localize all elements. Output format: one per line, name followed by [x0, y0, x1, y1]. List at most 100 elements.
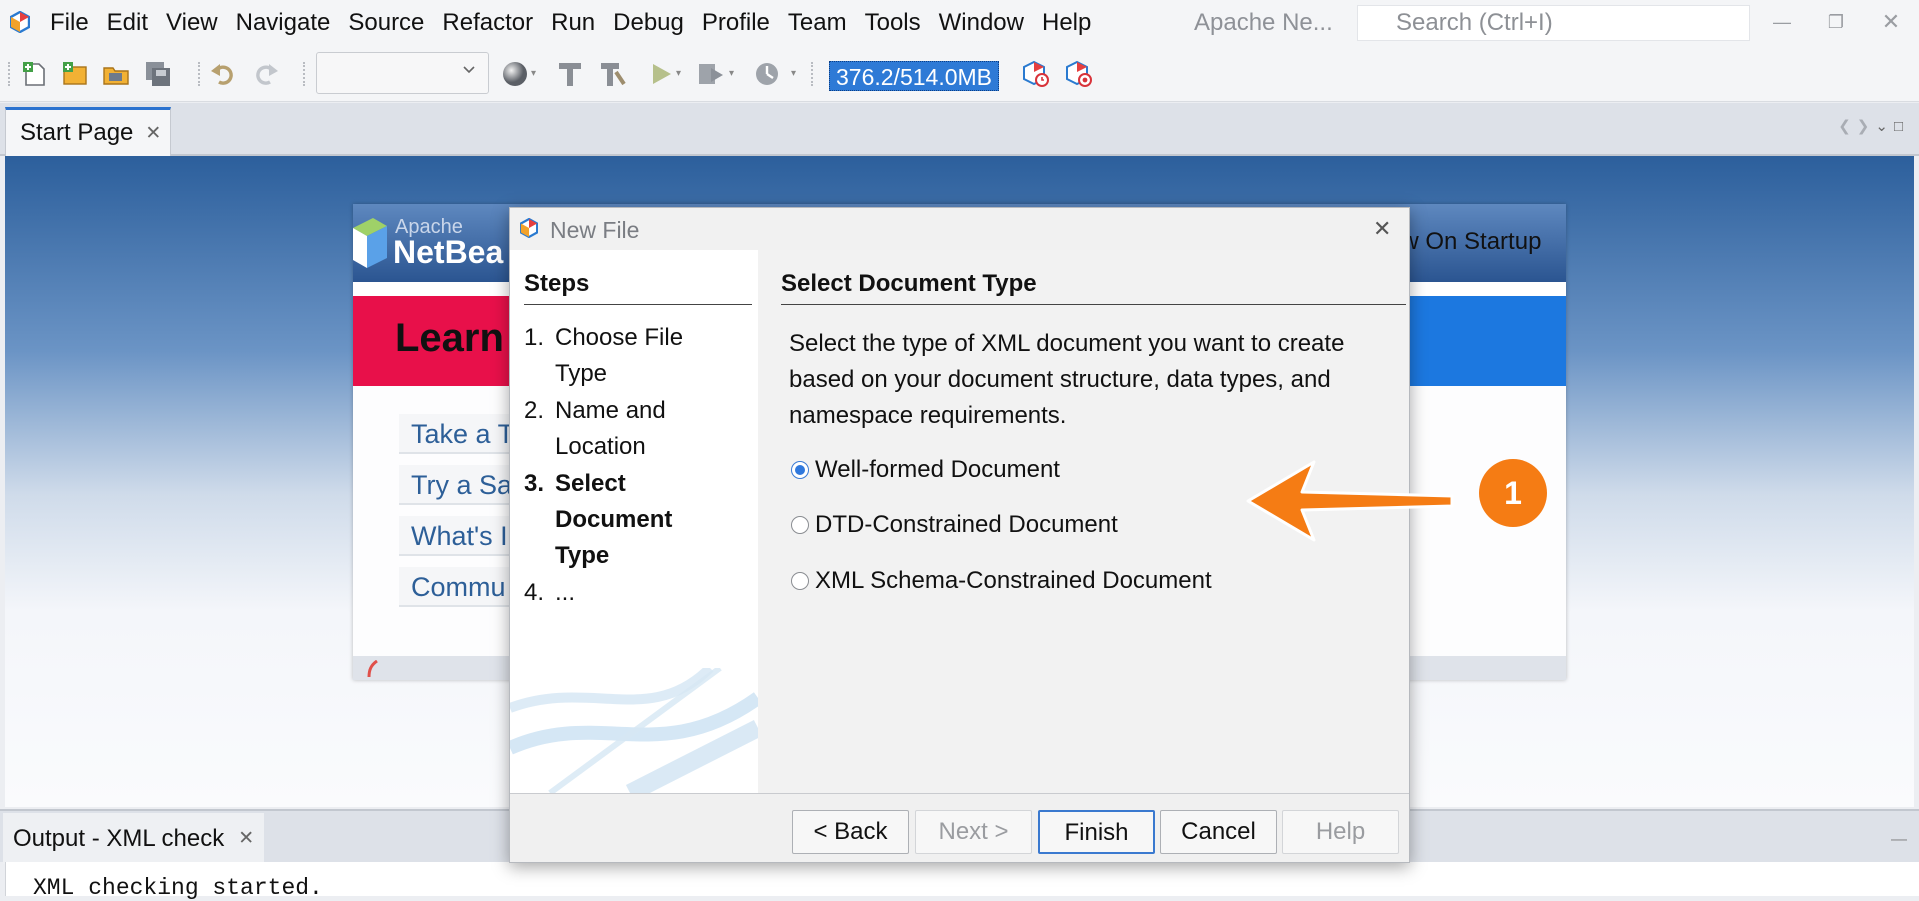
configuration-combo[interactable]	[316, 52, 489, 94]
annotation-arrow	[1246, 460, 1454, 542]
gc-icon[interactable]	[1022, 60, 1050, 88]
netbeans-logo-icon	[353, 218, 387, 268]
dialog-title-bar[interactable]: New File ✕	[510, 208, 1409, 250]
chevron-down-icon[interactable]: ⌄	[1875, 118, 1894, 135]
maximize-icon[interactable]: □	[1894, 118, 1909, 135]
back-button[interactable]: < Back	[792, 810, 909, 854]
chevron-right-icon[interactable]: ❯	[1857, 118, 1876, 135]
menu-help[interactable]: Help	[1033, 0, 1100, 46]
tab-label: Output - XML check	[13, 824, 225, 852]
profile-icon[interactable]	[753, 60, 781, 88]
menu-run[interactable]: Run	[542, 0, 604, 46]
debug-icon[interactable]	[697, 60, 725, 88]
clean-build-icon[interactable]	[598, 60, 626, 88]
feather-icon	[367, 660, 378, 678]
step-number: 1.	[524, 324, 545, 351]
close-icon[interactable]: ✕	[1877, 8, 1905, 36]
menu-tools[interactable]: Tools	[856, 0, 930, 46]
chevron-down-icon[interactable]: ▾	[729, 68, 734, 79]
toolbar-separator	[303, 62, 305, 86]
menu-debug[interactable]: Debug	[604, 0, 693, 46]
content-description: Select the type of XML document you want…	[789, 330, 1345, 429]
step-number: 4.	[524, 579, 545, 606]
close-icon[interactable]: ✕	[1373, 216, 1391, 242]
toolbar: ▾ ▾ ▾ ▾ 376.2/514.0MB	[0, 46, 1919, 102]
next-button[interactable]: Next >	[915, 810, 1032, 854]
radio-button[interactable]	[791, 516, 809, 534]
content-heading: Select Document Type	[781, 270, 1406, 305]
run-icon[interactable]	[647, 60, 675, 88]
chevron-down-icon[interactable]: ▾	[676, 68, 681, 79]
undo-icon[interactable]	[209, 60, 237, 88]
new-file-icon[interactable]	[21, 60, 49, 88]
radio-label: XML Schema-Constrained Document	[815, 567, 1212, 594]
step-label: Choose File Type	[555, 324, 684, 387]
close-tab-icon[interactable]: ✕	[238, 827, 254, 850]
step-item: 4. ...	[524, 575, 724, 611]
radio-label: DTD-Constrained Document	[815, 511, 1118, 538]
help-button[interactable]: Help	[1282, 810, 1399, 854]
output-console[interactable]: XML checking started.	[5, 862, 1919, 901]
menu-refactor[interactable]: Refactor	[433, 0, 542, 46]
radio-well-formed[interactable]: Well-formed Document	[791, 456, 1060, 484]
logo-netbeans-text: NetBea	[393, 234, 504, 270]
profiler-snapshot-icon[interactable]	[1065, 60, 1093, 88]
steps-panel: Steps 1. Choose File Type 2. Name and Lo…	[510, 250, 758, 793]
radio-button-selected[interactable]	[791, 461, 809, 479]
banner-title: Learn	[395, 316, 504, 360]
menu-navigate[interactable]: Navigate	[227, 0, 340, 46]
menu-edit[interactable]: Edit	[98, 0, 157, 46]
toolbar-grip	[8, 62, 10, 86]
chevron-down-icon[interactable]: ▾	[791, 68, 796, 79]
menu-window[interactable]: Window	[930, 0, 1033, 46]
step-item: 2. Name and Location	[524, 393, 724, 465]
redo-icon[interactable]	[252, 60, 280, 88]
step-label: Name and Location	[555, 397, 666, 460]
menu-profile[interactable]: Profile	[693, 0, 779, 46]
finish-button[interactable]: Finish	[1038, 810, 1155, 854]
show-on-startup-label[interactable]: ow On Startup	[1388, 228, 1541, 256]
open-project-icon[interactable]	[102, 60, 130, 88]
menu-bar: File Edit View Navigate Source Refactor …	[0, 0, 1919, 46]
annotation-step-badge: 1	[1479, 459, 1547, 527]
netbeans-logo-icon	[10, 11, 30, 33]
step-item: 1. Choose File Type	[524, 320, 724, 392]
save-all-icon[interactable]	[144, 60, 172, 88]
restore-icon[interactable]: ❐	[1822, 8, 1850, 36]
chevron-left-icon[interactable]: ❮	[1838, 118, 1857, 135]
dialog-title: New File	[550, 217, 640, 243]
quick-search	[1357, 5, 1750, 41]
tab-label: Start Page	[20, 119, 134, 146]
menu-view[interactable]: View	[157, 0, 227, 46]
netbeans-logo-icon	[520, 218, 538, 238]
memory-indicator[interactable]: 376.2/514.0MB	[829, 61, 1000, 91]
radio-label: Well-formed Document	[815, 456, 1060, 483]
radio-button[interactable]	[791, 572, 809, 590]
search-input[interactable]	[1394, 8, 1744, 38]
cancel-button[interactable]: Cancel	[1160, 810, 1277, 854]
menu-items: File Edit View Navigate Source Refactor …	[50, 0, 1100, 46]
step-label: Select Document Type	[555, 470, 673, 569]
minimize-icon[interactable]: —	[1768, 8, 1796, 36]
window-title: Apache Ne...	[1194, 9, 1333, 36]
toolbar-separator	[811, 62, 813, 86]
tab-navigation: ❮❯⌄□	[1838, 117, 1909, 135]
steps-heading: Steps	[524, 270, 752, 305]
menu-source[interactable]: Source	[339, 0, 433, 46]
tab-start-page[interactable]: Start Page ✕	[5, 107, 171, 156]
menu-team[interactable]: Team	[779, 0, 856, 46]
radio-schema-constrained[interactable]: XML Schema-Constrained Document	[791, 567, 1212, 595]
globe-icon[interactable]	[501, 60, 529, 88]
build-icon[interactable]	[556, 60, 584, 88]
new-project-icon[interactable]	[61, 60, 89, 88]
step-label: ...	[555, 579, 576, 606]
menu-file[interactable]: File	[50, 0, 98, 46]
close-tab-icon[interactable]: ✕	[145, 122, 161, 145]
wizard-watermark-graphic	[510, 668, 758, 793]
radio-dtd-constrained[interactable]: DTD-Constrained Document	[791, 511, 1118, 539]
chevron-down-icon	[463, 66, 475, 74]
dialog-button-bar: < Back Next > Finish Cancel Help	[510, 793, 1409, 862]
tab-output-xml-check[interactable]: Output - XML check ✕	[3, 813, 265, 864]
chevron-down-icon[interactable]: ▾	[531, 68, 536, 79]
minimize-icon[interactable]: —	[1891, 831, 1907, 849]
